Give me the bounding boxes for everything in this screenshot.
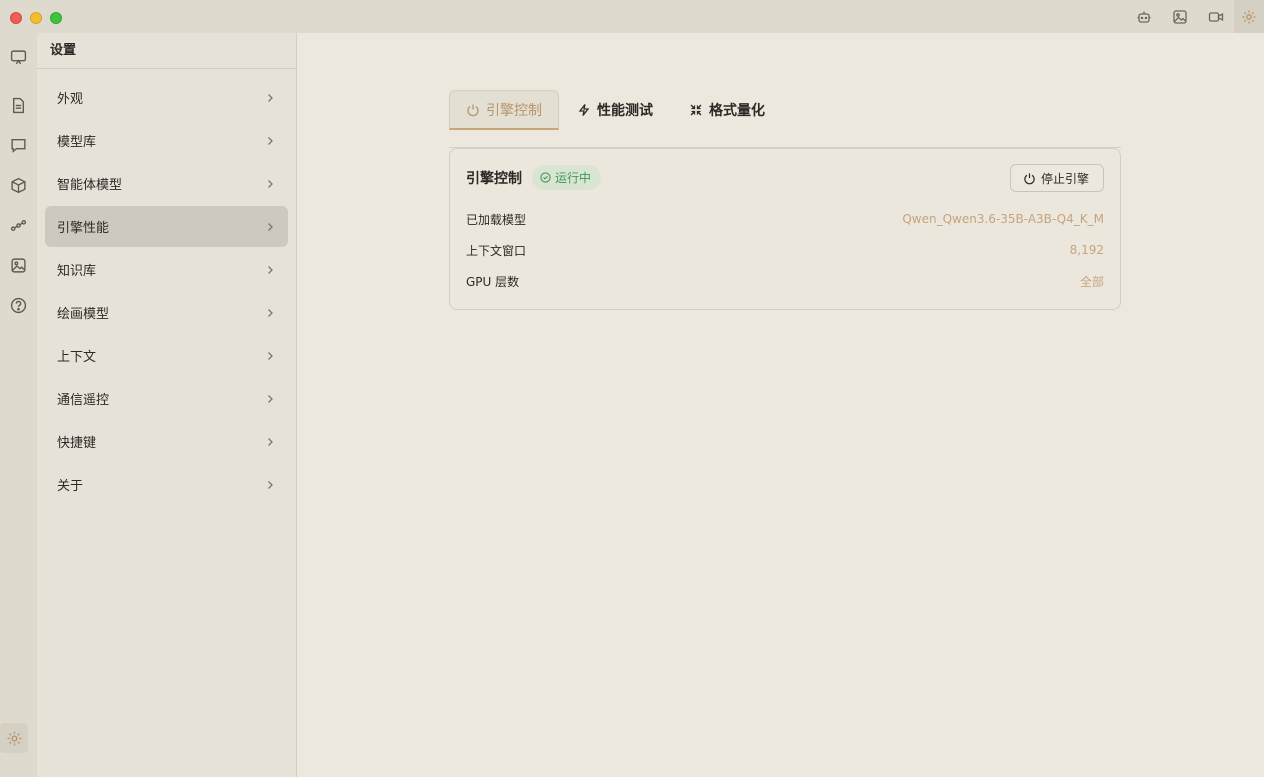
info-value: Qwen_Qwen3.6-35B-A3B-Q4_K_M	[902, 212, 1104, 226]
sidebar-item-label: 知识库	[57, 264, 97, 279]
chevron-right-icon	[268, 179, 273, 188]
sidebar-item-label: 关于	[57, 479, 84, 494]
settings-menu: 外观 模型库 智能体模型 引擎性能 知识库 绘画模型 上下文 通信遥控 快捷键 …	[37, 69, 296, 505]
chevron-right-icon	[268, 136, 273, 145]
sidebar-item-context[interactable]: 上下文	[45, 335, 288, 376]
tab-label: 性能测试	[597, 103, 653, 119]
tab-label: 引擎控制	[486, 102, 542, 119]
robot-icon[interactable]	[1126, 0, 1162, 33]
video-icon[interactable]	[1198, 0, 1234, 33]
close-window-button[interactable]	[10, 12, 22, 24]
sidebar-item-about[interactable]: 关于	[45, 464, 288, 505]
sidebar-item-knowledge-base[interactable]: 知识库	[45, 249, 288, 290]
sidebar-item-label: 模型库	[57, 135, 97, 150]
info-row-loaded-model: 已加载模型 Qwen_Qwen3.6-35B-A3B-Q4_K_M	[466, 209, 1104, 229]
tab-quantization[interactable]: 格式量化	[689, 90, 765, 130]
sidebar-item-shortcuts[interactable]: 快捷键	[45, 421, 288, 462]
info-value: 8,192	[1069, 243, 1104, 257]
sidebar-item-label: 上下文	[57, 350, 97, 365]
tab-bar: 引擎控制 性能测试 格式量化	[449, 90, 1121, 148]
stop-engine-button[interactable]: 停止引擎	[1009, 164, 1104, 192]
tab-engine-control[interactable]: 引擎控制	[449, 90, 559, 130]
info-label: GPU 层数	[466, 274, 520, 289]
power-icon	[1024, 172, 1035, 184]
chevron-right-icon	[268, 437, 273, 446]
chevron-right-icon	[268, 480, 273, 489]
maximize-window-button[interactable]	[50, 12, 62, 24]
icon-rail	[0, 33, 37, 777]
status-text: 运行中	[555, 171, 592, 185]
power-icon	[467, 104, 479, 116]
engine-control-card: 引擎控制 运行中 停止引擎 已加载模型 Qwen_Qwen3.6-35B-A3B…	[449, 148, 1121, 310]
sidebar-item-remote-control[interactable]: 通信遥控	[45, 378, 288, 419]
settings-sidebar: 设置 外观 模型库 智能体模型 引擎性能 知识库 绘画模型 上下文 通信遥控 快…	[37, 33, 297, 777]
sidebar-item-agent-model[interactable]: 智能体模型	[45, 163, 288, 204]
sidebar-item-label: 绘画模型	[57, 307, 110, 322]
sidebar-item-label: 快捷键	[57, 436, 97, 451]
bolt-icon	[578, 104, 590, 116]
chevron-right-icon	[268, 351, 273, 360]
presentation-icon[interactable]	[0, 42, 37, 72]
gear-icon[interactable]	[1234, 0, 1264, 33]
compress-icon	[690, 104, 702, 116]
document-icon[interactable]	[0, 90, 37, 120]
info-value: 全部	[1079, 274, 1104, 289]
chevron-right-icon	[268, 222, 273, 231]
info-row-gpu-layers: GPU 层数 全部	[466, 271, 1104, 291]
sidebar-item-drawing-model[interactable]: 绘画模型	[45, 292, 288, 333]
image-icon[interactable]	[0, 250, 37, 280]
stop-engine-label: 停止引擎	[1040, 171, 1089, 186]
sidebar-item-model-library[interactable]: 模型库	[45, 120, 288, 161]
info-label: 上下文窗口	[466, 243, 527, 258]
cube-icon[interactable]	[0, 170, 37, 200]
sidebar-item-label: 引擎性能	[57, 221, 110, 236]
sidebar-item-label: 外观	[57, 92, 84, 107]
info-row-context-window: 上下文窗口 8,192	[466, 240, 1104, 260]
sidebar-item-label: 通信遥控	[57, 393, 110, 408]
chevron-right-icon	[268, 394, 273, 403]
chevron-right-icon	[268, 93, 273, 102]
main-content: 引擎控制 性能测试 格式量化 引擎控制 运行中 停止引擎 已加载模型 Qwen_…	[297, 33, 1264, 777]
top-toolbar	[1126, 0, 1264, 33]
sidebar-title: 设置	[37, 33, 296, 69]
sidebar-item-engine-performance[interactable]: 引擎性能	[45, 206, 288, 247]
card-title: 引擎控制	[466, 171, 522, 187]
image-icon[interactable]	[1162, 0, 1198, 33]
status-badge: 运行中	[532, 165, 602, 190]
check-circle-icon	[540, 172, 551, 183]
sidebar-item-label: 智能体模型	[57, 178, 123, 193]
chevron-right-icon	[268, 265, 273, 274]
minimize-window-button[interactable]	[30, 12, 42, 24]
tab-benchmark[interactable]: 性能测试	[577, 90, 653, 130]
gear-icon[interactable]	[0, 723, 28, 753]
title-bar	[0, 0, 1264, 33]
chat-icon[interactable]	[0, 130, 37, 160]
sidebar-item-appearance[interactable]: 外观	[45, 77, 288, 118]
chevron-right-icon	[268, 308, 273, 317]
workflow-icon[interactable]	[0, 210, 37, 240]
help-icon[interactable]	[0, 290, 37, 320]
tab-label: 格式量化	[709, 103, 765, 119]
info-label: 已加载模型	[466, 212, 527, 227]
